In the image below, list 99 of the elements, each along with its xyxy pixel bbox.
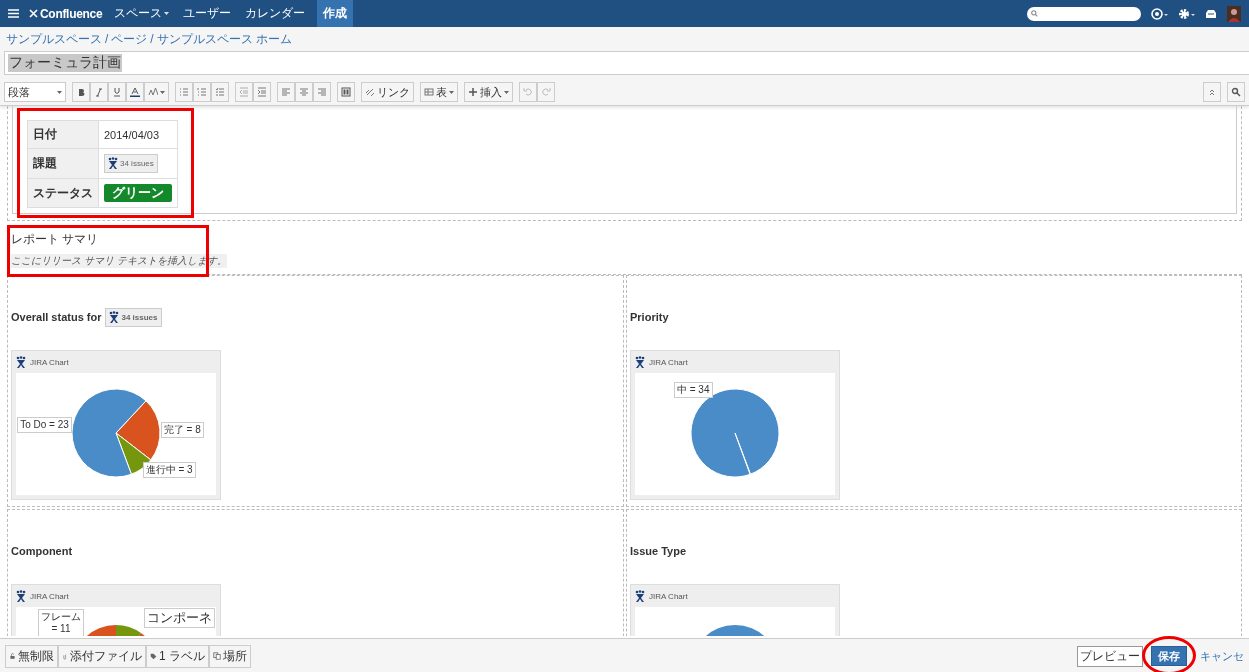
help-icon[interactable] [1151, 7, 1168, 20]
table-icon [424, 87, 434, 97]
align-right-button[interactable] [313, 82, 331, 102]
labels-button[interactable]: 1 ラベル [146, 644, 209, 668]
table-header-cell: 課題 [27, 148, 99, 179]
task-list-button[interactable] [211, 82, 229, 102]
slice-label: コンポーネ [144, 608, 215, 628]
bold-button[interactable] [72, 82, 90, 102]
task-list-icon [215, 87, 225, 97]
cancel-link[interactable]: キャンセ [1200, 648, 1244, 664]
table-button[interactable]: 表 [420, 82, 458, 102]
search-icon [1031, 10, 1038, 17]
section-heading: レポート サマリ [11, 231, 100, 248]
date-value: 2014/04/03 [104, 128, 160, 141]
layout-button[interactable] [337, 82, 355, 102]
align-left-button[interactable] [277, 82, 295, 102]
numbered-list-icon [197, 87, 207, 97]
text-color-button[interactable] [126, 82, 144, 102]
title-field[interactable]: フォーミュラ計画 [4, 51, 1249, 75]
layout-icon [341, 87, 351, 97]
slice-label: 完了 = 8 [160, 422, 204, 439]
nav-link[interactable]: ユーザー [181, 5, 234, 22]
breadcrumb-link[interactable]: サンプルスペース [6, 30, 102, 48]
figure-icon [108, 157, 118, 170]
panel-heading: Component [11, 545, 73, 557]
insert-button[interactable]: 挿入 [464, 82, 513, 102]
figure-icon [635, 355, 645, 369]
caret-icon [57, 90, 62, 94]
save-button[interactable]: 保存 [1151, 646, 1187, 666]
search-icon [1231, 87, 1241, 97]
pages-icon [213, 652, 221, 660]
settings-icon[interactable] [1178, 7, 1195, 20]
issues-link[interactable]: 34 issues [105, 307, 162, 327]
preview-button[interactable]: プレビュー [1077, 645, 1143, 667]
panel-heading: Overall status for [11, 311, 102, 323]
panel-heading: Issue Type [630, 545, 687, 557]
attachments-button[interactable]: 添付ファイル [58, 644, 146, 668]
collapse-icon [1207, 87, 1217, 97]
plus-icon [468, 87, 478, 97]
bullet-list-icon [179, 87, 189, 97]
align-right-icon [317, 87, 327, 97]
redo-icon [541, 87, 551, 97]
nav-link[interactable]: スペース [112, 5, 172, 22]
breadcrumb-link[interactable]: サンプルスペース ホーム [156, 30, 293, 48]
create-button[interactable]: 作成 [317, 0, 354, 27]
bold-icon [76, 87, 86, 97]
page-title: フォーミュラ計画 [8, 54, 122, 72]
underline-icon [112, 87, 122, 97]
restrictions-button[interactable]: 無制限 [5, 644, 58, 668]
breadcrumb-link[interactable]: ページ [111, 30, 148, 48]
table-header-cell: ステータス [27, 178, 99, 208]
tag-icon [150, 652, 157, 660]
align-center-icon [299, 87, 309, 97]
indent-button[interactable] [253, 82, 271, 102]
nav-link[interactable]: カレンダー [243, 5, 308, 22]
logo[interactable]: Confluence [29, 6, 103, 21]
slice-label: フレーム = 11 [38, 609, 84, 636]
text-color-icon [130, 87, 140, 97]
search-field[interactable] [1027, 6, 1141, 21]
align-left-icon [281, 87, 291, 97]
font-size-icon [148, 87, 158, 97]
outdent-icon [239, 87, 249, 97]
caret-icon [160, 90, 165, 94]
highlight-circle [1142, 636, 1196, 672]
inbox-icon[interactable] [1205, 8, 1217, 19]
breadcrumb-separator: / [150, 32, 154, 46]
chart-title: JIRA Chart [649, 591, 688, 601]
figure-icon [109, 310, 120, 324]
caret-icon [504, 90, 509, 94]
indent-icon [257, 87, 267, 97]
bullet-list-button[interactable] [175, 82, 193, 102]
panel-heading: Priority [630, 311, 669, 323]
chart-title: JIRA Chart [649, 357, 688, 367]
avatar-icon[interactable] [1227, 5, 1241, 22]
search-button[interactable] [1227, 82, 1245, 102]
table-header-cell: 日付 [27, 120, 99, 149]
undo-icon [523, 87, 533, 97]
collapse-button[interactable] [1203, 82, 1221, 102]
location-button[interactable]: 場所 [209, 644, 251, 668]
issues-link[interactable]: 34 issues [104, 154, 158, 173]
slice-label: 進行中 = 3 [142, 462, 196, 479]
slice-label: 中 = 34 [673, 382, 713, 398]
slice-label: To Do = 23 [17, 417, 72, 434]
italic-icon [94, 87, 104, 97]
placeholder-text: ここにリリース サマリ テキストを挿入します。 [11, 254, 227, 268]
menu-icon[interactable] [8, 9, 19, 18]
figure-icon [16, 589, 26, 603]
paragraph-style-dropdown[interactable]: 段落 [4, 82, 66, 102]
lock-icon [9, 652, 16, 660]
chart-title: JIRA Chart [30, 357, 69, 367]
align-center-button[interactable] [295, 82, 313, 102]
numbered-list-button[interactable] [193, 82, 211, 102]
status-lozenge: グリーン [104, 184, 172, 202]
figure-icon [635, 589, 645, 603]
caret-icon [449, 90, 454, 94]
breadcrumb-separator: / [105, 32, 109, 46]
link-button[interactable]: リンク [361, 82, 414, 102]
figure-icon [16, 355, 26, 369]
chart-title: JIRA Chart [30, 591, 69, 601]
